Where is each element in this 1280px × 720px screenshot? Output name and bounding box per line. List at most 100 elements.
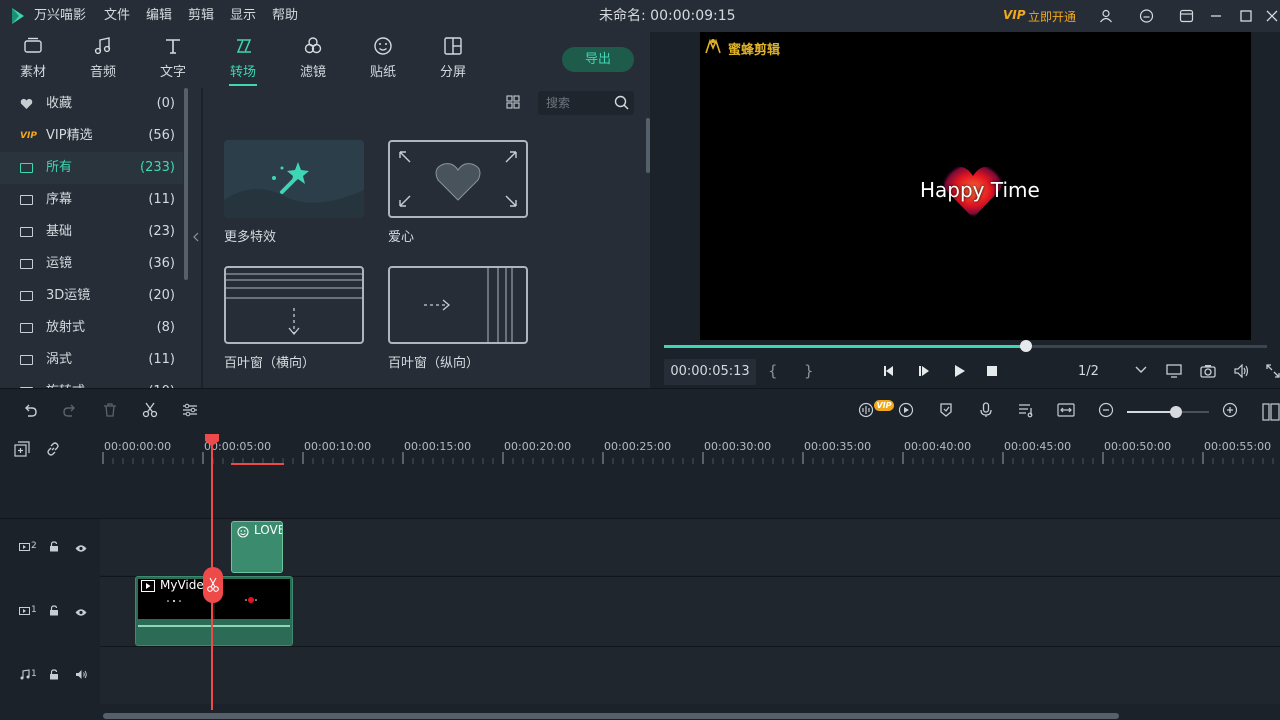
stop-icon[interactable]: [986, 365, 998, 381]
tab-text[interactable]: 文字: [145, 32, 201, 88]
volume-icon[interactable]: [1234, 363, 1250, 382]
sidebar-item-radial[interactable]: 放射式 (8): [0, 312, 183, 344]
tab-split-screen[interactable]: 分屏: [425, 32, 481, 88]
zoom-slider-fill: [1127, 411, 1176, 413]
microphone-icon[interactable]: [976, 402, 996, 422]
vip-open-link[interactable]: 立即开通: [1028, 8, 1076, 25]
ruler-label: 00:00:20:00: [504, 440, 572, 453]
video-track-icon: [19, 541, 30, 556]
ruler-label: 00:00:55:00: [1204, 440, 1272, 453]
prev-frame-icon[interactable]: [882, 364, 896, 382]
menu-edit[interactable]: 编辑: [146, 0, 172, 32]
preview-screen[interactable]: 蜜蜂剪辑 Happy Time: [700, 32, 1251, 340]
tab-media[interactable]: 素材: [5, 32, 61, 88]
sidebar-item-rotate[interactable]: 旋转式 (10): [0, 376, 183, 388]
store-icon[interactable]: [1176, 0, 1196, 32]
search-icon[interactable]: [614, 95, 629, 114]
redo-icon[interactable]: [60, 402, 80, 422]
marker-icon[interactable]: [936, 402, 956, 422]
sidebar-scrollbar[interactable]: [184, 88, 188, 280]
text-clip[interactable]: LOVE: [231, 521, 283, 573]
zoom-out-icon[interactable]: [1096, 402, 1116, 422]
cut-icon[interactable]: [140, 402, 160, 422]
message-icon[interactable]: [1136, 0, 1156, 32]
ruler-label: 00:00:45:00: [1004, 440, 1072, 453]
mark-in-button[interactable]: {: [768, 362, 778, 380]
sidebar-item-favorites[interactable]: 收藏 (0): [0, 88, 183, 120]
playhead-handle[interactable]: [205, 434, 219, 446]
undo-icon[interactable]: [20, 402, 40, 422]
transition-card-blinds-vertical[interactable]: [388, 266, 528, 344]
zoom-slider[interactable]: [1127, 406, 1209, 418]
snapshot-icon[interactable]: [1200, 364, 1216, 382]
tab-transition[interactable]: 转场: [215, 32, 271, 88]
sidebar-item-swirl[interactable]: 涡式 (11): [0, 344, 183, 376]
card-label: 百叶窗（横向）: [224, 356, 316, 371]
speed-icon[interactable]: [896, 402, 916, 422]
app-name: 万兴喵影: [34, 8, 87, 23]
track-audio-1[interactable]: [0, 646, 1280, 704]
minimize-icon[interactable]: [1206, 0, 1226, 32]
tab-audio[interactable]: 音频: [75, 32, 131, 88]
search-box[interactable]: 搜索: [538, 91, 634, 115]
preview-progress-handle[interactable]: [1019, 340, 1032, 352]
zoom-slider-handle[interactable]: [1170, 406, 1182, 418]
panel-divider[interactable]: [190, 88, 202, 388]
zoom-in-icon[interactable]: [1220, 402, 1240, 422]
play-icon[interactable]: [952, 364, 966, 382]
overlay-text: Happy Time: [920, 178, 1040, 202]
vip-badge[interactable]: VIP: [1003, 8, 1026, 22]
close-icon[interactable]: [1262, 0, 1280, 32]
tab-filter[interactable]: 滤镜: [285, 32, 341, 88]
fullscreen-icon[interactable]: [1266, 364, 1280, 382]
eye-icon[interactable]: [75, 542, 87, 557]
sidebar-item-all[interactable]: 所有 (233): [0, 152, 183, 184]
link-icon[interactable]: [45, 441, 61, 457]
transition-card-heart[interactable]: [388, 140, 528, 218]
transition-card-more-effects[interactable]: [224, 140, 364, 218]
transition-card-blinds-horizontal[interactable]: [224, 266, 364, 344]
sidebar-item-prologue[interactable]: 序幕 (11): [0, 184, 183, 216]
mark-out-button[interactable]: }: [804, 362, 814, 380]
menu-help[interactable]: 帮助: [272, 0, 298, 32]
next-frame-icon[interactable]: [917, 364, 931, 382]
eye-icon[interactable]: [75, 606, 87, 621]
layout-icon[interactable]: [1262, 403, 1280, 421]
audio-mixer-icon[interactable]: [1016, 402, 1036, 422]
grid-view-icon[interactable]: [506, 95, 522, 111]
preview-progress-track[interactable]: [664, 340, 1267, 352]
sidebar-item-camera[interactable]: 运镜 (36): [0, 248, 183, 280]
timecode-display[interactable]: 00:00:05:13: [664, 359, 756, 385]
menu-view[interactable]: 显示: [230, 0, 256, 32]
lock-icon[interactable]: [49, 541, 59, 556]
menu-file[interactable]: 文件: [104, 0, 130, 32]
menu-clip[interactable]: 剪辑: [188, 0, 214, 32]
category-sidebar: 收藏 (0) VIP VIP精选 (56) 所有 (233) 序幕 (11) 基…: [0, 88, 190, 388]
video-clip-icon: [141, 580, 155, 596]
track-video-2[interactable]: [0, 519, 1280, 575]
export-button[interactable]: 导出: [562, 47, 634, 72]
split-button[interactable]: [203, 567, 223, 603]
folder-icon: [20, 376, 36, 388]
lock-icon[interactable]: [49, 669, 59, 684]
sidebar-item-3d-camera[interactable]: 3D运镜 (20): [0, 280, 183, 312]
speaker-icon[interactable]: [75, 669, 88, 684]
chevron-down-icon[interactable]: [1134, 364, 1148, 380]
sidebar-item-vip[interactable]: VIP VIP精选 (56): [0, 120, 183, 152]
tab-sticker[interactable]: 贴纸: [355, 32, 411, 88]
add-track-icon[interactable]: [14, 441, 30, 457]
fit-timeline-icon[interactable]: [1056, 402, 1076, 422]
sidebar-item-basic[interactable]: 基础 (23): [0, 216, 183, 248]
maximize-icon[interactable]: [1236, 0, 1256, 32]
lock-icon[interactable]: [49, 605, 59, 620]
timeline-scrollbar[interactable]: [103, 713, 1119, 719]
folder-icon: [20, 184, 36, 217]
audio-detect-icon[interactable]: [856, 402, 876, 422]
delete-icon[interactable]: [100, 402, 120, 422]
ruler-label: 00:00:10:00: [304, 440, 372, 453]
user-icon[interactable]: [1096, 0, 1116, 32]
text-icon: [162, 36, 184, 58]
text-clip-label: LOVE: [254, 523, 283, 537]
adjust-icon[interactable]: [180, 402, 200, 422]
display-icon[interactable]: [1166, 364, 1182, 382]
